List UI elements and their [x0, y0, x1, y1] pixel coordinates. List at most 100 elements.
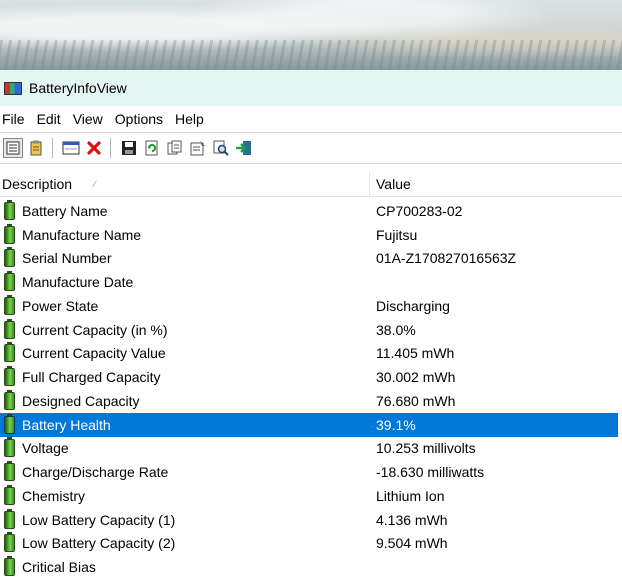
table-row[interactable]: Battery Name CP700283-02: [0, 199, 622, 223]
table-row[interactable]: Charge/Discharge Rate -18.630 milliwatts: [0, 460, 622, 484]
battery-icon: [4, 199, 15, 220]
row-value: Fujitsu: [376, 226, 418, 243]
desktop-wallpaper: [0, 0, 622, 70]
row-description-cell: Full Charged Capacity: [0, 366, 370, 387]
table-row[interactable]: Current Capacity (in %) 38.0%: [0, 318, 622, 342]
find-icon[interactable]: [211, 138, 231, 158]
row-value: Lithium Ion: [376, 487, 445, 504]
row-description: Low Battery Capacity (2): [22, 535, 176, 552]
row-description: Low Battery Capacity (1): [22, 511, 176, 528]
row-description: Power State: [22, 297, 99, 314]
row-description: Manufacture Name: [22, 226, 142, 243]
delete-icon[interactable]: [84, 138, 104, 158]
row-description-cell: Current Capacity (in %): [0, 318, 370, 339]
row-description: Charge/Discharge Rate: [22, 464, 169, 481]
row-value: 4.136 mWh: [376, 511, 448, 528]
sort-arrow-icon: ∕: [94, 179, 96, 189]
title-bar[interactable]: BatteryInfoView: [0, 70, 622, 106]
row-description: Full Charged Capacity: [22, 369, 161, 386]
battery-icon: [4, 437, 15, 458]
row-value: -18.630 milliwatts: [376, 464, 485, 481]
save-icon[interactable]: [119, 138, 139, 158]
column-header-description[interactable]: Description ∕: [0, 172, 370, 196]
window-icon[interactable]: [61, 138, 81, 158]
toolbar-separator: [110, 138, 111, 158]
table-row[interactable]: Voltage 10.253 millivolts: [0, 437, 622, 461]
column-header-description-label: Description: [2, 176, 73, 192]
row-description-cell: Current Capacity Value: [0, 342, 370, 363]
window-title: BatteryInfoView: [29, 80, 127, 96]
row-value: 38.0%: [376, 321, 416, 338]
list-view-icon[interactable]: [3, 138, 23, 158]
menu-options[interactable]: Options: [112, 111, 170, 127]
battery-info-list: Battery Name CP700283-02 Manufacture Name F…: [0, 199, 622, 579]
row-value: Discharging: [376, 297, 450, 314]
row-description-cell: Charge/Discharge Rate: [0, 461, 370, 482]
row-description-cell: Voltage: [0, 437, 370, 458]
table-row[interactable]: Critical Bias: [0, 555, 622, 579]
table-row[interactable]: Manufacture Date: [0, 270, 622, 294]
battery-icon: [4, 223, 15, 244]
table-row[interactable]: Low Battery Capacity (1) 4.136 mWh: [0, 508, 622, 532]
battery-icon: [4, 366, 15, 387]
row-value: 30.002 mWh: [376, 369, 456, 386]
column-header-value-label: Value: [376, 176, 411, 192]
menu-help[interactable]: Help: [172, 111, 211, 127]
row-value: 11.405 mWh: [376, 345, 455, 362]
menu-edit[interactable]: Edit: [34, 111, 68, 127]
row-description-cell: Power State: [0, 294, 370, 315]
battery-icon: [4, 318, 15, 339]
row-value: 9.504 mWh: [376, 535, 448, 552]
table-row[interactable]: Designed Capacity 76.680 mWh: [0, 389, 622, 413]
row-description: Current Capacity Value: [22, 345, 166, 362]
clipboard-icon[interactable]: [26, 138, 46, 158]
battery-icon: [4, 389, 15, 410]
battery-icon: [4, 484, 15, 505]
row-description: Serial Number: [22, 250, 112, 267]
table-row[interactable]: Manufacture Name Fujitsu: [0, 223, 622, 247]
battery-icon: [4, 271, 15, 292]
battery-icon: [4, 461, 15, 482]
battery-icon: [4, 247, 15, 268]
row-description: Current Capacity (in %): [22, 321, 168, 338]
battery-icon: [4, 532, 15, 553]
battery-icon: [4, 556, 15, 577]
table-row[interactable]: Power State Discharging: [0, 294, 622, 318]
row-description-cell: Manufacture Name: [0, 223, 370, 244]
table-row[interactable]: Battery Health 39.1%: [0, 412, 618, 437]
battery-icon: [4, 294, 15, 315]
row-description: Critical Bias: [22, 559, 96, 576]
table-row[interactable]: Full Charged Capacity 30.002 mWh: [0, 365, 622, 389]
toolbar-separator: [52, 138, 53, 158]
properties-icon[interactable]: [188, 138, 208, 158]
row-description-cell: Manufacture Date: [0, 271, 370, 292]
row-description: Voltage: [22, 440, 69, 457]
column-header-value[interactable]: Value: [370, 172, 622, 196]
app-icon: [4, 81, 22, 95]
row-value: 76.680 mWh: [376, 392, 456, 409]
refresh-icon[interactable]: [142, 138, 162, 158]
table-row[interactable]: Current Capacity Value 11.405 mWh: [0, 342, 622, 366]
battery-icon: [4, 413, 15, 434]
row-description-cell: Battery Name: [0, 199, 370, 220]
menu-file[interactable]: File: [0, 111, 32, 127]
row-description: Battery Health: [22, 416, 111, 433]
table-row[interactable]: Serial Number 01A-Z170827016563Z: [0, 247, 622, 271]
table-row[interactable]: Low Battery Capacity (2) 9.504 mWh: [0, 532, 622, 556]
row-description: Battery Name: [22, 202, 108, 219]
row-description: Chemistry: [22, 487, 86, 504]
table-row[interactable]: Chemistry Lithium Ion: [0, 484, 622, 508]
row-description-cell: Battery Health: [0, 413, 370, 434]
copy-icon[interactable]: [165, 138, 185, 158]
row-description-cell: Chemistry: [0, 484, 370, 505]
exit-icon[interactable]: [234, 138, 254, 158]
menu-view[interactable]: View: [70, 111, 110, 127]
row-value: 10.253 millivolts: [376, 440, 476, 457]
toolbar: [0, 132, 622, 164]
row-value: 39.1%: [376, 416, 416, 433]
row-value: 01A-Z170827016563Z: [376, 250, 517, 267]
row-description-cell: Designed Capacity: [0, 389, 370, 410]
row-description-cell: Serial Number: [0, 247, 370, 268]
row-description: Designed Capacity: [22, 392, 140, 409]
row-description-cell: Low Battery Capacity (1): [0, 508, 370, 529]
